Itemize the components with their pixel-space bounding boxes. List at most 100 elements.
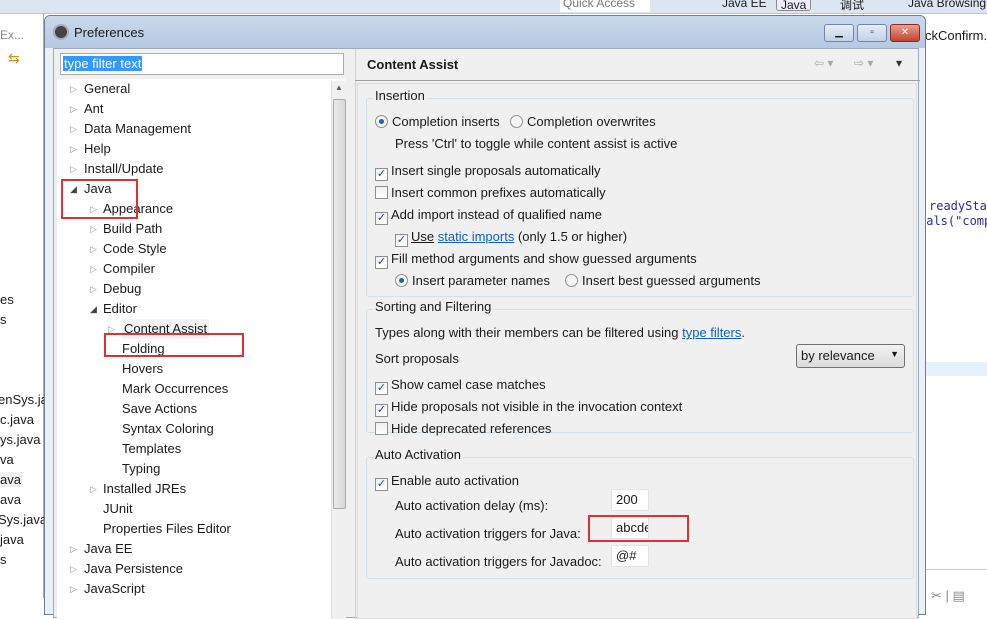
label: . [741, 325, 745, 340]
collapsed-arrow-icon[interactable]: ▷ [70, 539, 77, 559]
completion-overwrites-radio[interactable]: Completion overwrites [510, 114, 656, 130]
collapsed-arrow-icon[interactable]: ▷ [70, 139, 77, 159]
enable-auto-activation-checkbox[interactable]: ✓ Enable auto activation [375, 473, 519, 491]
file-item[interactable]: java [0, 532, 24, 547]
label: Completion overwrites [527, 114, 656, 129]
delay-input[interactable]: 200 [611, 489, 649, 511]
tree-item[interactable]: Compiler [103, 259, 155, 279]
collapsed-arrow-icon[interactable]: ▷ [90, 219, 97, 239]
javadoc-triggers-input[interactable]: @# [611, 545, 649, 567]
collapsed-arrow-icon[interactable]: ▷ [90, 259, 97, 279]
perspective-debug[interactable]: 调试 [840, 0, 864, 13]
scrollbar-thumb[interactable] [333, 99, 346, 509]
sort-proposals-label: Sort proposals [375, 351, 459, 366]
single-proposals-checkbox[interactable]: ✓ Insert single proposals automatically [375, 163, 601, 181]
hide-not-visible-checkbox[interactable]: ✓ Hide proposals not visible in the invoc… [375, 399, 682, 417]
view-menu-icon[interactable]: ▾ [896, 56, 902, 70]
filter-placeholder: type filter text [63, 56, 143, 71]
back-button[interactable]: ⇦ ▾ [814, 56, 833, 70]
editor-tab[interactable]: ckConfirm.j [925, 28, 987, 43]
ide-toolbar: Quick Access Java EE Java 调试 Java Browsi… [0, 0, 987, 14]
add-import-checkbox[interactable]: ✓ Add import instead of qualified name [375, 207, 602, 225]
hide-deprecated-checkbox[interactable]: Hide deprecated references [375, 421, 551, 437]
file-item[interactable]: Sys.java [0, 512, 47, 527]
tree-item[interactable]: Installed JREs [103, 479, 186, 499]
package-explorer-fragment: Ex... ⇆ es s enSys.java c.java ys.java v… [0, 14, 62, 598]
tree-item[interactable]: JUnit [103, 499, 133, 519]
sort-proposals-dropdown[interactable]: by relevance ▼ [796, 344, 905, 368]
parameter-names-radio[interactable]: Insert parameter names [395, 273, 550, 289]
code-editor-fragment: ckConfirm.j readySta uals("comp ✂ | ▤ [919, 14, 987, 603]
tree-item[interactable]: Hovers [122, 359, 163, 379]
preference-tree: ▷ General ▷ Ant ▷ Data Management ▷ Help ▷ Instal… [57, 79, 346, 619]
tree-item[interactable]: Typing [122, 459, 160, 479]
collapsed-arrow-icon[interactable]: ▷ [90, 479, 97, 499]
tree-item[interactable]: Build Path [103, 219, 162, 239]
file-item[interactable]: va [0, 452, 14, 467]
header-separator [355, 80, 920, 81]
tree-item[interactable]: Code Style [103, 239, 167, 259]
tree-item[interactable]: Templates [122, 439, 181, 459]
tree-item[interactable]: Ant [84, 99, 104, 119]
minimize-button[interactable]: ▁ [824, 24, 854, 42]
perspective-java-browsing[interactable]: Java Browsing [908, 0, 986, 10]
insertion-legend: Insertion [373, 88, 427, 103]
collapsed-arrow-icon[interactable]: ▷ [70, 119, 77, 139]
static-imports-checkbox[interactable]: ✓ Use static imports (only 1.5 or higher) [395, 229, 627, 247]
best-guessed-radio[interactable]: Insert best guessed arguments [565, 273, 761, 289]
file-item[interactable]: es [0, 292, 14, 307]
tree-item[interactable]: Properties Files Editor [103, 519, 231, 539]
collapsed-arrow-icon[interactable]: ▷ [70, 79, 77, 99]
collapsed-arrow-icon[interactable]: ▷ [70, 159, 77, 179]
explorer-tab[interactable]: Ex... [0, 28, 24, 42]
file-item[interactable]: c.java [0, 412, 34, 427]
tree-item[interactable]: JavaScript [84, 579, 145, 599]
tree-item[interactable]: Mark Occurrences [122, 379, 228, 399]
tree-item[interactable]: Save Actions [122, 399, 197, 419]
completion-inserts-radio[interactable]: Completion inserts [375, 114, 500, 130]
collapsed-arrow-icon[interactable]: ▷ [70, 99, 77, 119]
label: Insert best guessed arguments [582, 273, 761, 288]
tree-item[interactable]: Install/Update [84, 159, 164, 179]
filter-input[interactable]: type filter text [60, 53, 344, 75]
tree-item[interactable]: General [84, 79, 130, 99]
console-toolbar-icon[interactable]: ✂ | ▤ [931, 588, 965, 604]
file-item[interactable]: ava [0, 492, 21, 507]
forward-button[interactable]: ⇨ ▾ [854, 56, 873, 70]
collapsed-arrow-icon[interactable]: ▷ [70, 579, 77, 599]
file-item[interactable]: s [0, 312, 7, 327]
collapsed-arrow-icon[interactable]: ▷ [90, 239, 97, 259]
tree-item[interactable]: Debug [103, 279, 141, 299]
dialog-title: Preferences [74, 25, 145, 40]
file-item[interactable]: ys.java [0, 432, 40, 447]
tree-item[interactable]: Editor [103, 299, 137, 319]
quick-access-input[interactable]: Quick Access [560, 0, 650, 12]
file-item-selected[interactable]: ava [0, 472, 22, 487]
sash[interactable] [355, 49, 356, 619]
collapsed-arrow-icon[interactable]: ▷ [90, 279, 97, 299]
static-imports-link[interactable]: static imports [438, 229, 515, 244]
perspective-java-ee[interactable]: Java EE [722, 0, 767, 10]
tree-item[interactable]: Java EE [84, 539, 132, 559]
collapsed-arrow-icon[interactable]: ▷ [70, 559, 77, 579]
tree-item[interactable]: Java Persistence [84, 559, 183, 579]
close-button[interactable]: ✕ [890, 24, 920, 42]
maximize-button[interactable]: ▫ [857, 24, 887, 42]
tree-item[interactable]: Data Management [84, 119, 191, 139]
tree-item[interactable]: Help [84, 139, 111, 159]
code-line: readySta [929, 199, 987, 213]
scroll-up-icon[interactable]: ▲ [335, 83, 343, 92]
link-editor-icon[interactable]: ⇆ [8, 50, 20, 67]
camel-case-checkbox[interactable]: ✓ Show camel case matches [375, 377, 546, 395]
common-prefixes-checkbox[interactable]: Insert common prefixes automatically [375, 185, 606, 201]
fill-arguments-checkbox[interactable]: ✓ Fill method arguments and show guessed … [375, 251, 697, 269]
tree-item[interactable]: Syntax Coloring [122, 419, 214, 439]
tree-scrollbar[interactable]: ▲ [331, 81, 346, 619]
toggle-hint: Press 'Ctrl' to toggle while content ass… [395, 136, 678, 151]
type-filters-link[interactable]: type filters [682, 325, 741, 340]
file-item[interactable]: s [0, 552, 7, 567]
divider [925, 569, 987, 570]
sorting-legend: Sorting and Filtering [373, 299, 494, 314]
expanded-arrow-icon[interactable]: ◢ [90, 299, 97, 319]
perspective-java[interactable]: Java [776, 0, 812, 12]
